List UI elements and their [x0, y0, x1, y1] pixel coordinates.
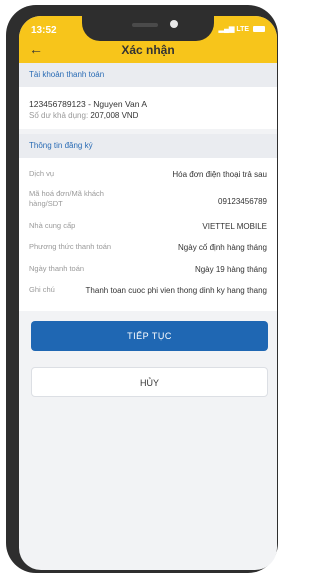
signal-icon: ▂▄▆	[218, 26, 235, 33]
row-label-payment-method: Phương thức thanh toán	[29, 242, 112, 251]
row-label-service: Dịch vụ	[29, 169, 55, 178]
account-card: 123456789123 - Nguyen Van A Số dư khả dụ…	[19, 87, 277, 129]
speaker-grille	[132, 23, 158, 27]
registration-card: Dịch vụ Hóa đơn điện thoại trả sau Mã ho…	[19, 158, 277, 311]
balance-value: 207,008 VND	[90, 111, 139, 120]
row-label-provider: Nhà cung cấp	[29, 221, 76, 230]
phone-screen: 13:52 ▂▄▆ LTE ← Xác nhận Tài khoản thanh…	[19, 16, 277, 570]
continue-button[interactable]: TIẾP TỤC	[31, 321, 268, 351]
row-label-payment-date: Ngày thanh toán	[29, 264, 85, 273]
row-label-customer-code: Mã hoá đơn/Mã khách hàng/SDT	[29, 189, 104, 208]
account-balance: Số dư khả dụng: 207,008 VND	[29, 111, 138, 120]
row-value-provider: VIETTEL MOBILE	[202, 222, 267, 231]
status-time: 13:52	[31, 25, 57, 36]
row-value-note: Thanh toan cuoc phi vien thong dinh ky h…	[85, 286, 267, 295]
row-value-payment-method: Ngày cố định hàng tháng	[178, 243, 267, 252]
phone-notch	[82, 16, 214, 41]
network-label: LTE	[236, 26, 250, 33]
status-indicators: ▂▄▆ LTE	[219, 25, 265, 33]
registration-section-heading: Thông tin đăng ký	[19, 134, 277, 158]
phone-frame: 13:52 ▂▄▆ LTE ← Xác nhận Tài khoản thanh…	[6, 5, 278, 573]
battery-icon	[253, 26, 265, 33]
row-label-note: Ghi chú	[29, 285, 55, 294]
balance-label: Số dư khả dụng:	[29, 111, 89, 120]
row-value-customer-code: 09123456789	[218, 197, 267, 206]
app-header: 13:52 ▂▄▆ LTE ← Xác nhận	[19, 16, 277, 63]
account-section-heading: Tài khoản thanh toán	[19, 63, 277, 87]
row-value-service: Hóa đơn điện thoại trả sau	[172, 170, 267, 179]
row-value-payment-date: Ngày 19 hàng tháng	[194, 265, 267, 274]
account-number-name: 123456789123 - Nguyen Van A	[29, 99, 147, 109]
page-title: Xác nhận	[121, 43, 175, 57]
cancel-button[interactable]: HỦY	[31, 367, 268, 397]
front-camera	[170, 20, 178, 28]
